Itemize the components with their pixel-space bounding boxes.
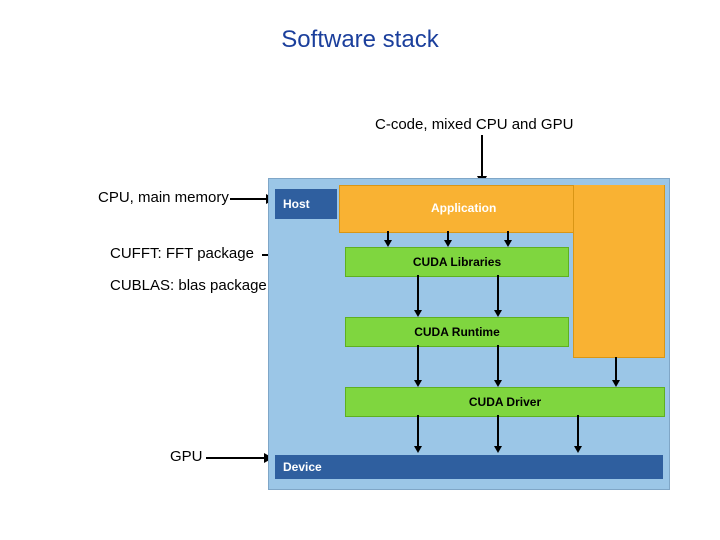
arrow-drv-dev-3-stem xyxy=(577,415,579,447)
arrow-cpu-line xyxy=(230,198,268,200)
arrow-lib-rt-2-head xyxy=(494,310,502,317)
annotation-cublas: CUBLAS: blas package xyxy=(110,277,267,294)
application-label: Application xyxy=(431,201,496,215)
arrow-rt-drv-1-head xyxy=(414,380,422,387)
arrow-app-drv-head xyxy=(612,380,620,387)
arrow-app-lib-3-head xyxy=(504,240,512,247)
annotation-cufft: CUFFT: FFT package xyxy=(110,245,254,262)
application-block-side xyxy=(573,185,665,358)
arrow-rt-drv-2-stem xyxy=(497,345,499,381)
arrow-rt-drv-2-head xyxy=(494,380,502,387)
arrow-app-lib-1-head xyxy=(384,240,392,247)
layer-cuda-libraries: CUDA Libraries xyxy=(345,247,569,277)
arrow-rt-drv-1-stem xyxy=(417,345,419,381)
slide-title: Software stack xyxy=(0,26,720,54)
arrow-lib-rt-1-stem xyxy=(417,275,419,311)
arrow-drv-dev-1-stem xyxy=(417,415,419,447)
annotation-cpu: CPU, main memory xyxy=(98,189,229,206)
arrow-gpu-line xyxy=(206,457,266,459)
arrow-app-lib-2-head xyxy=(444,240,452,247)
annotation-c-code: C-code, mixed CPU and GPU xyxy=(375,116,573,133)
annotation-gpu: GPU xyxy=(170,448,203,465)
arrow-c-code-line xyxy=(481,135,483,176)
arrow-app-drv-stem xyxy=(615,357,617,381)
arrow-drv-dev-3-head xyxy=(574,446,582,453)
layer-cuda-driver: CUDA Driver xyxy=(345,387,665,417)
arrow-lib-rt-2-stem xyxy=(497,275,499,311)
host-bar: Host xyxy=(275,189,337,219)
arrow-drv-dev-2-stem xyxy=(497,415,499,447)
software-stack-diagram: Host Application CUDA Libraries CUDA Run… xyxy=(268,178,670,490)
arrow-drv-dev-1-head xyxy=(414,446,422,453)
device-bar: Device xyxy=(275,455,663,479)
arrow-lib-rt-1-head xyxy=(414,310,422,317)
layer-cuda-runtime: CUDA Runtime xyxy=(345,317,569,347)
arrow-drv-dev-2-head xyxy=(494,446,502,453)
